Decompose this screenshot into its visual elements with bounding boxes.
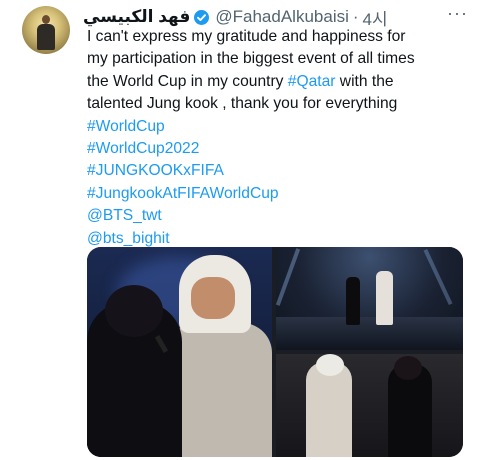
media-photo-2[interactable] bbox=[275, 247, 463, 350]
media-photo-1[interactable] bbox=[87, 247, 272, 457]
media-grid bbox=[87, 247, 463, 457]
light-beam bbox=[275, 248, 301, 306]
stage-floor bbox=[276, 317, 463, 350]
photo-figure-hair bbox=[394, 356, 422, 380]
media-photo-3[interactable] bbox=[276, 354, 463, 457]
photo-figure-dark bbox=[346, 277, 360, 325]
mention-bts-twt[interactable]: @BTS_twt bbox=[87, 205, 477, 227]
user-handle[interactable]: @FahadAlkubaisi bbox=[215, 7, 349, 27]
separator-dot: · bbox=[352, 7, 359, 26]
photo-figure-robe bbox=[376, 271, 393, 325]
tweet-line-3-rest: with the bbox=[335, 72, 394, 90]
avatar[interactable] bbox=[22, 6, 70, 54]
photo-figure-robe bbox=[306, 362, 352, 457]
hashtag-worldcup2022[interactable]: #WorldCup2022 bbox=[87, 138, 477, 160]
tweet-line-4: talented Jung kook , thank you for every… bbox=[87, 95, 398, 113]
tweet-line-3: the World Cup in my country #Qatar with … bbox=[87, 71, 477, 93]
photo-figure-robe bbox=[167, 323, 272, 457]
photo-figure-face bbox=[191, 277, 235, 319]
hashtag-worldcup[interactable]: #WorldCup bbox=[87, 116, 477, 138]
tweet-line-3-text: the World Cup in my country bbox=[87, 72, 288, 90]
avatar-figure-head bbox=[42, 15, 50, 24]
photo-figure-headscarf bbox=[316, 354, 344, 376]
hashtag-qatar[interactable]: #Qatar bbox=[288, 73, 336, 90]
light-beam bbox=[423, 248, 453, 306]
avatar-figure-body bbox=[37, 24, 55, 50]
display-name[interactable]: فهد الكبيسي bbox=[83, 7, 190, 27]
hashtag-jungkookxfifa[interactable]: #JUNGKOOKxFIFA bbox=[87, 160, 477, 182]
photo-figure-hair bbox=[105, 285, 163, 337]
tweet-line-2: my participation in the biggest event of… bbox=[87, 50, 415, 68]
tweet-text: I can't express my gratitude and happine… bbox=[87, 26, 477, 250]
verified-badge-icon bbox=[194, 9, 210, 25]
hashtag-jungkookatfifaworldcup[interactable]: #JungkookAtFIFAWorldCup bbox=[87, 183, 477, 205]
tweet-line-1: I can't express my gratitude and happine… bbox=[87, 28, 406, 45]
more-options-icon[interactable]: ··· bbox=[447, 4, 468, 22]
